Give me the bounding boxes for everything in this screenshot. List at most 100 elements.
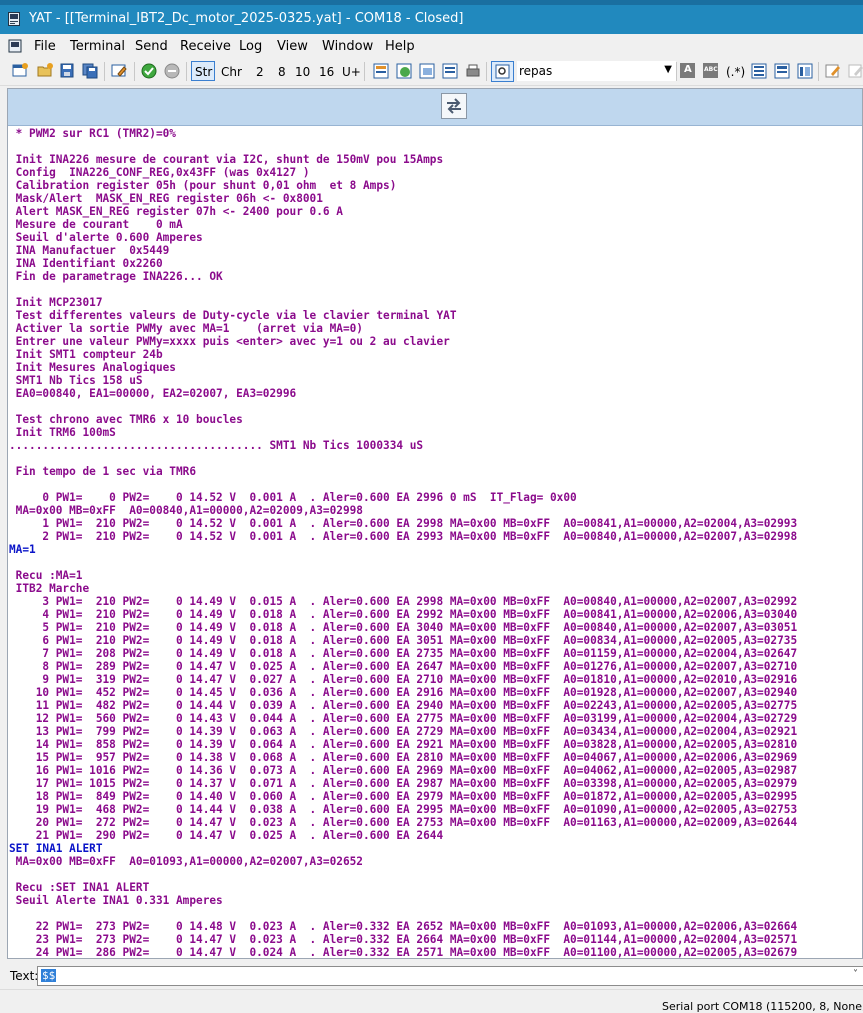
menu-file[interactable]: File [34,39,56,54]
terminal-settings-icon[interactable] [110,62,128,80]
received-line: 4 PW1= 210 PW2= 0 14.49 V 0.018 A . Aler… [9,608,798,621]
received-line: 8 PW1= 289 PW2= 0 14.47 V 0.025 A . Aler… [9,660,798,673]
menu-help[interactable]: Help [385,39,415,54]
terminal-app-icon[interactable] [8,12,20,26]
received-line: Activer la sortie PWMy avec MA=1 (arret … [9,322,363,335]
whole-word-icon[interactable] [750,62,768,80]
toolbar-separator [486,62,487,81]
open-icon[interactable] [36,62,54,80]
menu-receive[interactable]: Receive [180,39,231,54]
toolbar-separator [186,62,187,81]
received-line: 16 PW1= 1016 PW2= 0 14.36 V 0.073 A . Al… [9,764,798,777]
find-next-icon[interactable] [773,62,791,80]
send-text-label: Text: [10,969,39,983]
show-direction-icon[interactable] [441,62,459,80]
send-text-value: $$ [41,969,57,982]
received-line: 15 PW1= 957 PW2= 0 14.38 V 0.068 A . Ale… [9,751,798,764]
regex-icon[interactable]: (.*) [726,65,745,79]
edit-disabled-icon [848,64,863,78]
dropdown-arrow-icon[interactable]: ▼ [664,64,672,75]
save-icon[interactable] [58,62,76,80]
received-line: * PWM2 sur RC1 (TMR2)=0% [9,127,176,140]
send-text-input[interactable]: $$ ˅ [37,966,863,986]
received-line: Mask/Alert MASK_EN_REG register 06h <- 0… [9,192,323,205]
received-line: Init INA226 mesure de courant via I2C, s… [9,153,444,166]
received-line: ...................................... S… [9,439,424,452]
case-sensitive-icon[interactable]: ABC [703,63,718,78]
received-line: 23 PW1= 273 PW2= 0 14.47 V 0.023 A . Ale… [9,933,798,946]
received-line: Init TRM6 100mS [9,426,116,439]
terminal-frame: * PWM2 sur RC1 (TMR2)=0% Init INA226 mes… [7,88,863,959]
edit-icon[interactable] [824,62,842,80]
terminal-app-icon[interactable] [8,39,22,53]
received-line: 2 PW1= 210 PW2= 0 14.52 V 0.001 A . Aler… [9,530,798,543]
show-time-icon[interactable] [395,62,413,80]
radix-2-button[interactable]: 2 [256,65,264,79]
title-bar-top-strip [0,0,863,5]
find-toggle-button[interactable] [491,61,514,82]
received-line: Init MCP23017 [9,296,103,309]
received-line: 19 PW1= 468 PW2= 0 14.44 V 0.038 A . Ale… [9,803,798,816]
received-line: 20 PW1= 272 PW2= 0 14.47 V 0.023 A . Ale… [9,816,798,829]
received-line: 21 PW1= 290 PW2= 0 14.47 V 0.025 A . Ale… [9,829,444,842]
received-line: 14 PW1= 858 PW2= 0 14.39 V 0.064 A . Ale… [9,738,798,751]
find-icon [495,64,510,79]
menu-terminal[interactable]: Terminal [70,39,125,54]
terminal-monitor[interactable]: * PWM2 sur RC1 (TMR2)=0% Init INA226 mes… [8,127,862,958]
radix-16-button[interactable]: 16 [319,65,334,79]
received-line: Test chrono avec TMR6 x 10 boucles [9,413,243,426]
toolbar-separator [134,62,135,81]
close-port-icon[interactable] [163,62,181,80]
received-line: Recu :MA=1 [9,569,83,582]
received-line: 3 PW1= 210 PW2= 0 14.49 V 0.015 A . Aler… [9,595,798,608]
sent-line: SET INA1 ALERT [9,842,103,855]
new-terminal-icon[interactable] [11,62,29,80]
received-line: Alert MASK_EN_REG register 07h <- 2400 p… [9,205,343,218]
char-mode-button[interactable]: Chr [221,65,242,79]
received-line: Seuil d'alerte 0.600 Amperes [9,231,203,244]
chevron-down-icon[interactable]: ˅ [853,969,858,980]
received-line: 12 PW1= 560 PW2= 0 14.43 V 0.044 A . Ale… [9,712,798,725]
menu-send[interactable]: Send [135,39,168,54]
monitor-header [8,89,862,126]
received-line: 18 PW1= 849 PW2= 0 14.40 V 0.060 A . Ale… [9,790,798,803]
received-line: 0 PW1= 0 PW2= 0 14.52 V 0.001 A . Aler=0… [9,491,577,504]
show-radix-icon[interactable] [372,62,390,80]
received-line: Entrer une valeur PWMy=xxxx puis <enter>… [9,335,450,348]
sync-scroll-button[interactable] [441,93,467,119]
show-port-icon[interactable] [418,62,436,80]
received-line: 9 PW1= 319 PW2= 0 14.47 V 0.027 A . Aler… [9,673,798,686]
received-line: INA Identifiant 0x2260 [9,257,163,270]
received-line: Fin de parametrage INA226... OK [9,270,223,283]
find-previous-icon[interactable]: A [680,63,695,78]
toolbar-separator [818,62,819,81]
find-all-icon[interactable] [796,62,814,80]
received-line: 22 PW1= 273 PW2= 0 14.48 V 0.023 A . Ale… [9,920,798,933]
received-line: MA=0x00 MB=0xFF A0=00840,A1=00000,A2=020… [9,504,363,517]
toolbar-separator [676,62,677,81]
received-line: ITB2 Marche [9,582,90,595]
find-combobox[interactable]: repas ▼ [517,61,676,81]
received-line: Seuil Alerte INA1 0.331 Amperes [9,894,223,907]
open-port-icon[interactable] [140,62,158,80]
radix-8-button[interactable]: 8 [278,65,286,79]
save-all-icon[interactable] [81,62,99,80]
toolbar-separator [104,62,105,81]
radix-unicode-button[interactable]: U+ [342,65,361,79]
toolbar: Str Chr 2 8 10 16 U+ A ABC (.*) [0,58,863,86]
title-bar: YAT - [[Terminal_IBT2_Dc_motor_2025-0325… [0,0,863,34]
toolbar-separator [364,62,365,81]
received-line: SMT1 Nb Tics 158 uS [9,374,143,387]
menu-view[interactable]: View [277,39,308,54]
menu-window[interactable]: Window [322,39,373,54]
received-line: Fin tempo de 1 sec via TMR6 [9,465,197,478]
received-line: 17 PW1= 1015 PW2= 0 14.37 V 0.071 A . Al… [9,777,798,790]
print-icon[interactable] [464,62,482,80]
received-line: 6 PW1= 210 PW2= 0 14.49 V 0.018 A . Aler… [9,634,798,647]
send-text-bar: Text: $$ ˅ [0,963,863,989]
sent-line: MA=1 [9,543,36,556]
received-line: Calibration register 05h (pour shunt 0,0… [9,179,397,192]
received-line: Recu :SET INA1 ALERT [9,881,150,894]
menu-log[interactable]: Log [239,39,262,54]
radix-10-button[interactable]: 10 [295,65,310,79]
